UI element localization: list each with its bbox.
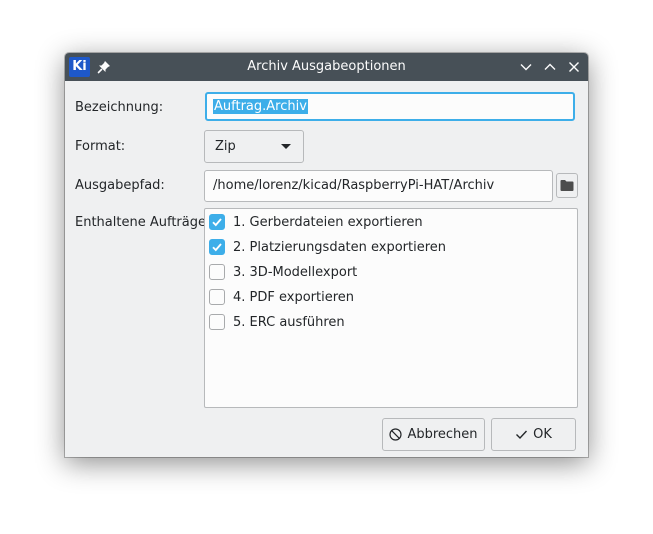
job-label: 2. Platzierungsdaten exportieren (233, 239, 447, 255)
job-checkbox[interactable] (209, 314, 225, 330)
checkmark-icon (516, 430, 528, 440)
job-label: 1. Gerberdateien exportieren (233, 214, 423, 230)
format-label: Format: (75, 139, 126, 154)
cancel-button[interactable]: Abbrechen (382, 418, 485, 451)
cancel-icon (389, 428, 403, 441)
archive-options-dialog: Ki Archiv Ausgabeoptionen Bezeichnung: A… (65, 53, 588, 457)
job-checkbox[interactable] (209, 264, 225, 280)
path-label: Ausgabepfad: (75, 178, 165, 193)
format-dropdown-value: Zip (215, 139, 236, 154)
window-title: Archiv Ausgabeoptionen (247, 59, 406, 74)
jobs-label: Enthaltene Aufträge: (75, 215, 211, 230)
dropdown-arrow-icon (281, 144, 291, 149)
jobs-list[interactable]: 1. Gerberdateien exportieren 2. Platzier… (204, 208, 578, 408)
format-dropdown[interactable]: Zip (204, 130, 304, 163)
close-icon[interactable] (567, 60, 581, 74)
browse-folder-button[interactable] (556, 173, 578, 198)
job-checkbox[interactable] (209, 239, 225, 255)
job-checkbox[interactable] (209, 214, 225, 230)
ok-button[interactable]: OK (491, 418, 576, 451)
job-item[interactable]: 3. 3D-Modellexport (209, 262, 569, 282)
output-path-input[interactable]: /home/lorenz/kicad/RaspberryPi-HAT/Archi… (204, 170, 553, 202)
job-label: 3. 3D-Modellexport (233, 264, 358, 280)
job-item[interactable]: 5. ERC ausführen (209, 312, 569, 332)
job-label: 5. ERC ausführen (233, 314, 345, 330)
name-label: Bezeichnung: (75, 100, 164, 115)
chevron-up-icon[interactable] (543, 60, 557, 74)
folder-icon (560, 180, 574, 191)
job-item[interactable]: 2. Platzierungsdaten exportieren (209, 237, 569, 257)
ok-button-label: OK (533, 427, 552, 442)
chevron-down-icon[interactable] (519, 60, 533, 74)
name-input-value: Auftrag.Archiv (213, 99, 308, 114)
title-bar[interactable]: Ki Archiv Ausgabeoptionen (65, 53, 588, 81)
cancel-button-label: Abbrechen (407, 427, 478, 442)
job-item[interactable]: 1. Gerberdateien exportieren (209, 212, 569, 232)
job-item[interactable]: 4. PDF exportieren (209, 287, 569, 307)
name-input[interactable]: Auftrag.Archiv (205, 92, 575, 121)
job-checkbox[interactable] (209, 289, 225, 305)
job-label: 4. PDF exportieren (233, 289, 355, 305)
